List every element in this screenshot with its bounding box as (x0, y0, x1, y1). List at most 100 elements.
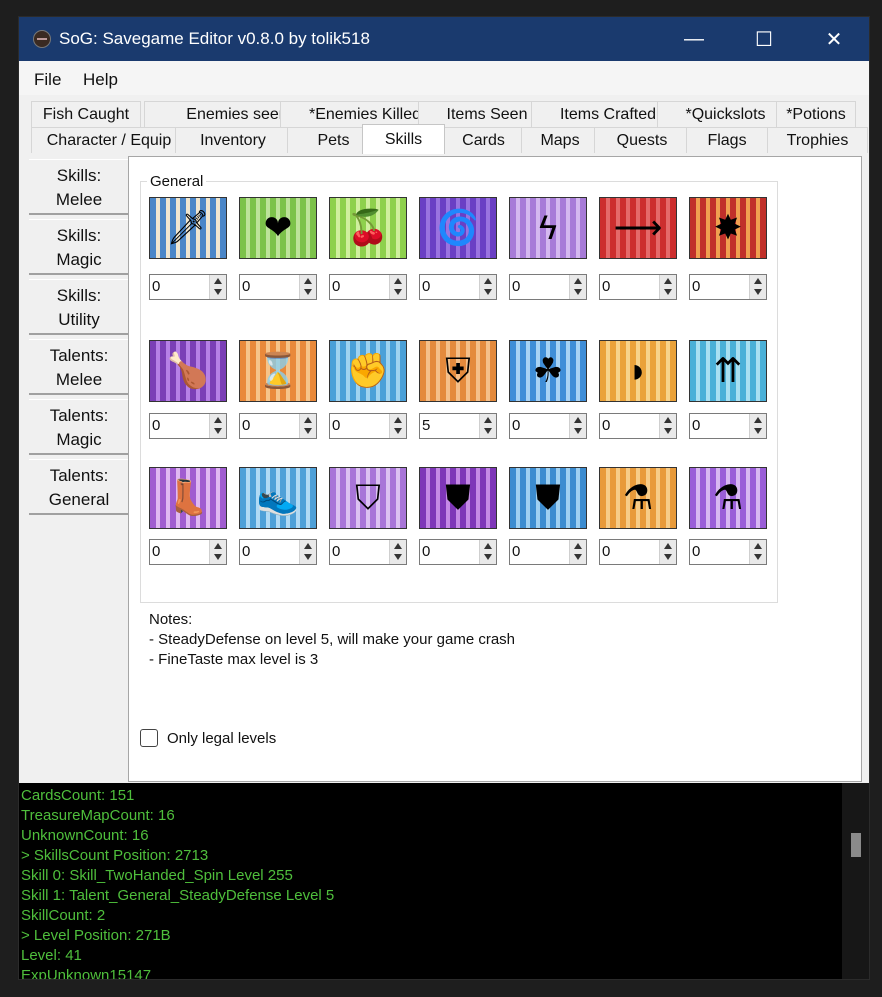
legal-levels-label[interactable]: Only legal levels (167, 730, 276, 747)
skill-level-stepper[interactable]: 0 (329, 274, 407, 300)
stepper-down-icon[interactable] (754, 554, 762, 560)
tab-cards[interactable]: Cards (443, 127, 524, 153)
skill-level-value[interactable]: 0 (602, 417, 610, 434)
skill-level-stepper[interactable]: 0 (599, 539, 677, 565)
stepper-down-icon[interactable] (754, 289, 762, 295)
stepper-up-icon[interactable] (214, 278, 222, 284)
skill-level-stepper[interactable]: 0 (329, 539, 407, 565)
skill-level-value[interactable]: 0 (602, 543, 610, 560)
skill-level-value[interactable]: 0 (422, 278, 430, 295)
stepper-down-icon[interactable] (214, 428, 222, 434)
stepper-down-icon[interactable] (394, 289, 402, 295)
stepper-down-icon[interactable] (484, 289, 492, 295)
minimize-button[interactable]: — (659, 17, 729, 61)
skill-level-value[interactable]: 0 (332, 278, 340, 295)
stepper-buttons[interactable] (209, 275, 226, 299)
menu-help[interactable]: Help (83, 70, 118, 90)
stepper-up-icon[interactable] (394, 543, 402, 549)
stepper-down-icon[interactable] (304, 289, 312, 295)
tab-maps[interactable]: Maps (521, 127, 599, 153)
stepper-up-icon[interactable] (484, 543, 492, 549)
stepper-down-icon[interactable] (214, 289, 222, 295)
stepper-up-icon[interactable] (214, 417, 222, 423)
stepper-buttons[interactable] (479, 540, 496, 564)
skill-level-value[interactable]: 0 (242, 417, 250, 434)
side-tab-talents-magic[interactable]: Talents: Magic (29, 399, 129, 455)
skill-level-value[interactable]: 0 (242, 278, 250, 295)
stepper-buttons[interactable] (299, 540, 316, 564)
skill-level-value[interactable]: 0 (152, 417, 160, 434)
side-tab-skills-melee[interactable]: Skills: Melee (29, 159, 129, 215)
stepper-buttons[interactable] (389, 275, 406, 299)
stepper-down-icon[interactable] (664, 554, 672, 560)
stepper-buttons[interactable] (659, 540, 676, 564)
stepper-down-icon[interactable] (214, 554, 222, 560)
skill-level-stepper[interactable]: 0 (689, 274, 767, 300)
stepper-up-icon[interactable] (484, 278, 492, 284)
stepper-buttons[interactable] (479, 414, 496, 438)
skill-level-stepper[interactable]: 0 (329, 413, 407, 439)
stepper-buttons[interactable] (479, 275, 496, 299)
stepper-down-icon[interactable] (664, 428, 672, 434)
stepper-buttons[interactable] (569, 540, 586, 564)
tab-skills[interactable]: Skills (362, 124, 445, 154)
tab-quests[interactable]: Quests (594, 127, 690, 153)
stepper-buttons[interactable] (209, 414, 226, 438)
skill-level-value[interactable]: 0 (422, 543, 430, 560)
stepper-buttons[interactable] (209, 540, 226, 564)
scrollbar-thumb[interactable] (851, 833, 861, 857)
stepper-down-icon[interactable] (574, 428, 582, 434)
stepper-buttons[interactable] (389, 414, 406, 438)
skill-level-stepper[interactable]: 0 (689, 539, 767, 565)
stepper-buttons[interactable] (749, 414, 766, 438)
skill-level-stepper[interactable]: 0 (239, 274, 317, 300)
close-button[interactable]: ✕ (799, 17, 869, 61)
skill-level-stepper[interactable]: 0 (599, 274, 677, 300)
console-scrollbar[interactable] (842, 783, 869, 979)
side-tab-skills-magic[interactable]: Skills: Magic (29, 219, 129, 275)
skill-level-value[interactable]: 0 (512, 278, 520, 295)
stepper-up-icon[interactable] (664, 278, 672, 284)
skill-level-value[interactable]: 5 (422, 417, 430, 434)
stepper-buttons[interactable] (569, 414, 586, 438)
stepper-up-icon[interactable] (214, 543, 222, 549)
side-tab-talents-general[interactable]: Talents: General (29, 459, 129, 515)
skill-level-value[interactable]: 0 (512, 543, 520, 560)
stepper-up-icon[interactable] (304, 278, 312, 284)
tab-fish-caught[interactable]: Fish Caught (31, 101, 141, 127)
stepper-up-icon[interactable] (394, 278, 402, 284)
skill-level-value[interactable]: 0 (692, 417, 700, 434)
stepper-up-icon[interactable] (484, 417, 492, 423)
stepper-down-icon[interactable] (304, 428, 312, 434)
tab-trophies[interactable]: Trophies (767, 127, 868, 153)
stepper-up-icon[interactable] (394, 417, 402, 423)
stepper-down-icon[interactable] (484, 428, 492, 434)
skill-level-stepper[interactable]: 0 (149, 413, 227, 439)
tab-quickslots[interactable]: *Quickslots (657, 101, 794, 127)
stepper-up-icon[interactable] (304, 543, 312, 549)
skill-level-value[interactable]: 0 (332, 543, 340, 560)
maximize-button[interactable]: ☐ (729, 17, 799, 61)
stepper-buttons[interactable] (389, 540, 406, 564)
stepper-down-icon[interactable] (664, 289, 672, 295)
skill-level-value[interactable]: 0 (152, 278, 160, 295)
stepper-up-icon[interactable] (574, 417, 582, 423)
side-tab-skills-utility[interactable]: Skills: Utility (29, 279, 129, 335)
stepper-up-icon[interactable] (664, 543, 672, 549)
legal-levels-checkbox[interactable] (140, 729, 158, 747)
skill-level-stepper[interactable]: 0 (239, 413, 317, 439)
stepper-up-icon[interactable] (574, 543, 582, 549)
stepper-buttons[interactable] (749, 275, 766, 299)
side-tab-talents-melee[interactable]: Talents: Melee (29, 339, 129, 395)
skill-level-value[interactable]: 0 (242, 543, 250, 560)
stepper-buttons[interactable] (299, 414, 316, 438)
skill-level-stepper[interactable]: 0 (149, 539, 227, 565)
menu-file[interactable]: File (34, 70, 61, 90)
stepper-up-icon[interactable] (754, 543, 762, 549)
stepper-up-icon[interactable] (304, 417, 312, 423)
tab-flags[interactable]: Flags (686, 127, 768, 153)
stepper-down-icon[interactable] (754, 428, 762, 434)
skill-level-stepper[interactable]: 0 (509, 413, 587, 439)
stepper-up-icon[interactable] (664, 417, 672, 423)
skill-level-stepper[interactable]: 0 (599, 413, 677, 439)
